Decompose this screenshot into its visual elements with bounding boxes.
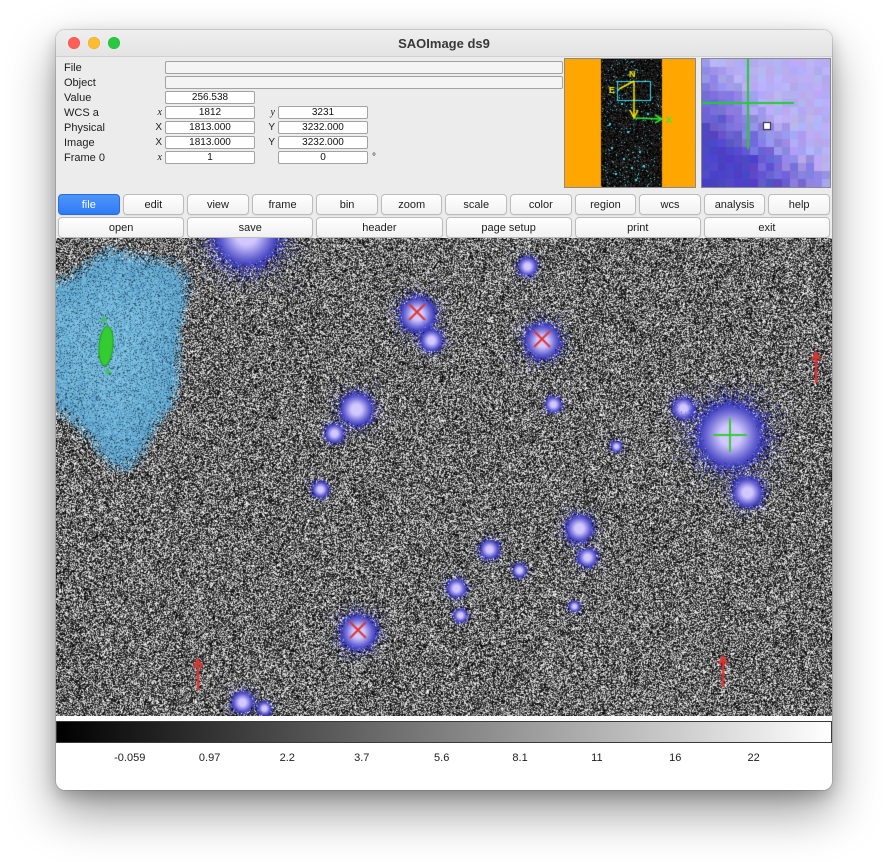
physical-y-key: Y [261,122,278,133]
colorbar-tick-label: 3.7 [354,752,369,764]
colorbar-tick-label: 11 [591,752,602,764]
colorbar-gradient[interactable] [56,721,832,743]
menu-color[interactable]: color [510,194,572,215]
save-button[interactable]: save [187,217,313,238]
physical-row: Physical X Y [64,120,569,135]
image-y-key: Y [261,137,278,148]
menu-wcs[interactable]: wcs [639,194,701,215]
traffic-lights [68,37,120,49]
wcs-y-key: y [261,107,278,118]
menu-view[interactable]: view [187,194,249,215]
magnifier-canvas [701,58,831,188]
window-title: SAOImage ds9 [398,36,490,51]
menu-zoom[interactable]: zoom [381,194,443,215]
object-row: Object [64,75,569,90]
menu-scale[interactable]: scale [445,194,507,215]
coordinate-readout: File Object Value WCS a x y [64,60,569,165]
file-row: File [64,60,569,75]
value-row: Value [64,90,569,105]
object-field[interactable] [165,76,563,89]
degree-suffix: ° [372,152,376,163]
wcs-label: WCS a [64,107,148,119]
frame-row: Frame 0 x ° [64,150,569,165]
physical-y-field[interactable] [278,121,368,134]
minimize-button[interactable] [88,37,100,49]
wcs-x-field[interactable] [165,106,255,119]
menu-row-2: open save header page setup print exit [56,215,832,238]
frame-x-field[interactable] [165,151,255,164]
open-button[interactable]: open [58,217,184,238]
image-row: Image X Y [64,135,569,150]
titlebar[interactable]: SAOImage ds9 [56,30,832,57]
info-panel: File Object Value WCS a x y [56,57,832,192]
colorbar-panel: -0.059 0.97 2.2 3.7 5.6 8.1 11 16 22 [56,716,832,790]
colorbar-tick-label: 2.2 [280,752,295,764]
frame-x-key: x [148,152,165,163]
page-setup-button[interactable]: page setup [446,217,572,238]
frame-label: Frame 0 [64,152,148,164]
wcs-row: WCS a x y [64,105,569,120]
colorbar-labels: -0.059 0.97 2.2 3.7 5.6 8.1 11 16 22 [56,752,832,772]
physical-x-field[interactable] [165,121,255,134]
colorbar-tick-label: 0.97 [199,752,220,764]
colorbar-tick-label: 8.1 [512,752,527,764]
menu-row-1: file edit view frame bin zoom scale colo… [56,192,832,215]
frame-angle-field[interactable] [278,151,368,164]
file-field[interactable] [165,61,563,74]
exit-button[interactable]: exit [704,217,830,238]
close-button[interactable] [68,37,80,49]
physical-x-key: X [148,122,165,133]
colorbar-tick-label: 16 [669,752,681,764]
menu-edit[interactable]: edit [123,194,185,215]
menu-region[interactable]: region [575,194,637,215]
image-label: Image [64,137,148,149]
menu-help[interactable]: help [768,194,830,215]
header-button[interactable]: header [316,217,442,238]
value-label: Value [64,92,148,104]
colorbar-tick-label: 5.6 [434,752,449,764]
image-y-field[interactable] [278,136,368,149]
menu-frame[interactable]: frame [252,194,314,215]
main-image-canvas[interactable] [56,238,832,716]
ds9-window: SAOImage ds9 File Object Value WCS a x [56,30,832,790]
zoom-button[interactable] [108,37,120,49]
wcs-x-key: x [148,107,165,118]
wcs-y-field[interactable] [278,106,368,119]
physical-label: Physical [64,122,148,134]
image-x-key: X [148,137,165,148]
menu-file[interactable]: file [58,194,120,215]
print-button[interactable]: print [575,217,701,238]
panner-canvas[interactable] [564,58,696,188]
file-label: File [64,62,148,74]
image-x-field[interactable] [165,136,255,149]
menu-analysis[interactable]: analysis [704,194,766,215]
value-field[interactable] [165,91,255,104]
colorbar-tick-label: -0.059 [114,752,145,764]
menu-bin[interactable]: bin [316,194,378,215]
object-label: Object [64,77,148,89]
colorbar-tick-label: 22 [747,752,759,764]
